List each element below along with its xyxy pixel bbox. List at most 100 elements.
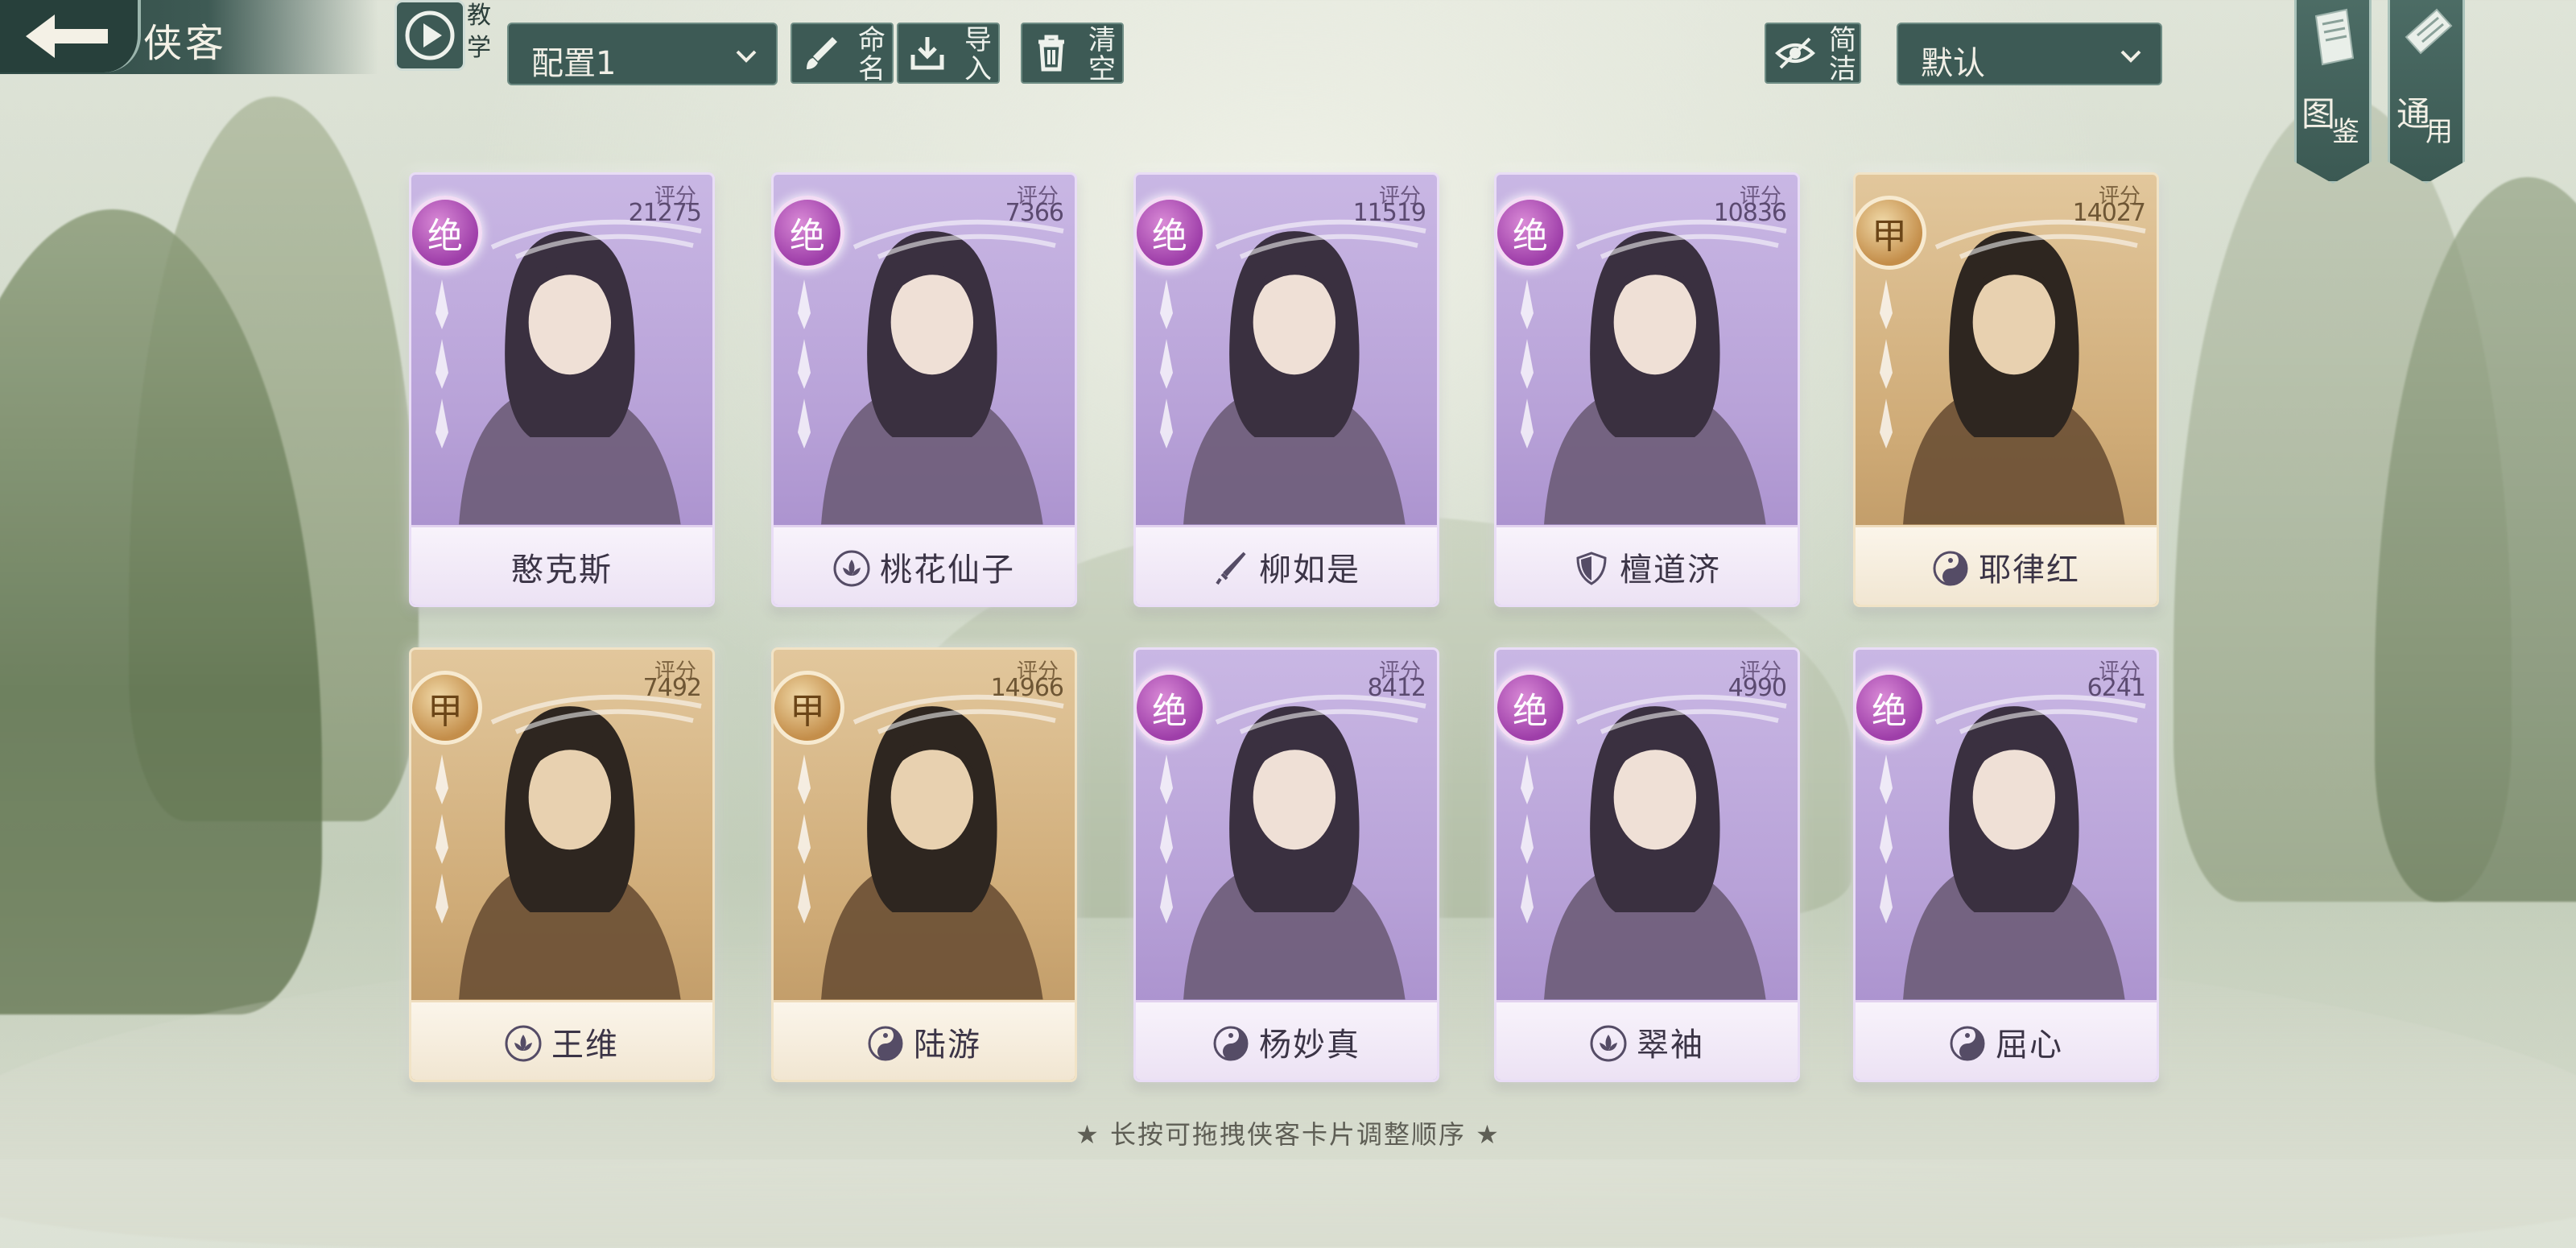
hero-name: 杨妙真 bbox=[1259, 1027, 1360, 1064]
dagger-icon bbox=[436, 754, 448, 804]
dagger-icon bbox=[1160, 874, 1173, 924]
tutorial-label: 教学 bbox=[467, 2, 491, 62]
star-rating bbox=[1867, 271, 1910, 450]
hero-name-row: 憨克斯 bbox=[411, 543, 712, 590]
name-plate: 屈心 bbox=[1856, 1000, 2157, 1080]
hero-card[interactable]: 评分 11519 绝柳如是 bbox=[1133, 172, 1439, 607]
dagger-icon bbox=[1880, 399, 1893, 448]
hero-score: 10836 bbox=[1713, 199, 1787, 227]
hero-score: 14966 bbox=[990, 674, 1064, 702]
hero-name-row: 屈心 bbox=[1856, 1019, 2157, 1065]
hero-card[interactable]: 评分 8412 绝杨妙真 bbox=[1133, 647, 1439, 1082]
dagger-icon bbox=[436, 814, 448, 864]
hero-name: 屈心 bbox=[1996, 1027, 2063, 1064]
hero-name: 陆游 bbox=[914, 1027, 981, 1064]
dagger-icon bbox=[436, 399, 448, 448]
sort-select[interactable]: 默认 bbox=[1897, 23, 2162, 85]
eye-off-icon bbox=[1775, 37, 1815, 69]
sword-icon bbox=[1216, 552, 1246, 585]
dagger-icon bbox=[436, 339, 448, 389]
book-icon bbox=[2314, 8, 2355, 66]
import-label: 导入 bbox=[964, 24, 992, 85]
dagger-icon bbox=[1880, 279, 1893, 329]
dagger-icon bbox=[798, 874, 811, 924]
hero-name-row: 桃花仙子 bbox=[774, 543, 1075, 590]
hero-card[interactable]: 评分 7366 绝桃花仙子 bbox=[771, 172, 1077, 607]
star-rating bbox=[423, 746, 466, 925]
common-tab[interactable]: 通 用 bbox=[2388, 0, 2465, 184]
back-button[interactable] bbox=[0, 0, 141, 72]
dagger-icon bbox=[1521, 874, 1534, 924]
name-plate: 柳如是 bbox=[1136, 525, 1437, 605]
lotus-icon bbox=[833, 550, 870, 587]
sort-select-value: 默认 bbox=[1921, 45, 1985, 82]
hero-score: 7366 bbox=[1005, 199, 1064, 227]
import-button[interactable]: 导入 bbox=[897, 23, 1000, 84]
hero-card[interactable]: 评分 14027 甲耶律红 bbox=[1853, 172, 2159, 607]
rank-badge: 甲 bbox=[774, 671, 844, 745]
star-rating bbox=[1867, 746, 1910, 925]
rank-badge: 绝 bbox=[1496, 671, 1567, 745]
star-rating bbox=[785, 271, 828, 450]
codex-tab[interactable]: 图 鉴 bbox=[2294, 0, 2372, 184]
taiji-icon bbox=[868, 1026, 903, 1061]
hero-card[interactable]: 评分 6241 绝屈心 bbox=[1853, 647, 2159, 1082]
dagger-icon bbox=[798, 339, 811, 389]
top-bar: 侠客 教学 配置1 命名 导入 清空 简洁 默认 图 鉴 通 用 bbox=[0, 0, 2576, 184]
rank-badge: 绝 bbox=[1136, 196, 1207, 270]
name-plate: 耶律红 bbox=[1856, 525, 2157, 605]
codex-label-2: 鉴 bbox=[2332, 116, 2359, 148]
rename-button[interactable]: 命名 bbox=[791, 23, 894, 84]
clear-button[interactable]: 清空 bbox=[1021, 23, 1124, 84]
name-plate: 王维 bbox=[411, 1000, 712, 1080]
config-select-value: 配置1 bbox=[531, 45, 617, 82]
hero-card[interactable]: 评分 7492 甲王维 bbox=[409, 647, 715, 1082]
rank-badge: 甲 bbox=[1856, 196, 1926, 270]
simple-view-label: 简洁 bbox=[1829, 24, 1856, 85]
hero-card[interactable]: 评分 21275 绝憨克斯 bbox=[409, 172, 715, 607]
dagger-icon bbox=[1521, 279, 1534, 329]
hero-name-row: 耶律红 bbox=[1856, 543, 2157, 590]
star-rating bbox=[785, 746, 828, 925]
taiji-icon bbox=[1950, 1026, 1985, 1061]
name-plate: 桃花仙子 bbox=[774, 525, 1075, 605]
dagger-icon bbox=[798, 814, 811, 864]
hero-score: 21275 bbox=[628, 199, 702, 227]
play-icon bbox=[394, 0, 465, 71]
star-rating bbox=[1147, 271, 1191, 450]
hero-name-row: 王维 bbox=[411, 1019, 712, 1065]
hero-card[interactable]: 评分 4990 绝翠袖 bbox=[1494, 647, 1800, 1082]
dagger-icon bbox=[1880, 814, 1893, 864]
dagger-icon bbox=[1880, 754, 1893, 804]
clear-label: 清空 bbox=[1088, 24, 1116, 85]
dagger-icon bbox=[1880, 339, 1893, 389]
tutorial-button[interactable]: 教学 bbox=[394, 0, 491, 72]
rename-label: 命名 bbox=[858, 24, 886, 85]
hero-name: 柳如是 bbox=[1259, 552, 1360, 589]
dagger-icon bbox=[1160, 399, 1173, 448]
name-plate: 翠袖 bbox=[1496, 1000, 1798, 1080]
rank-badge: 绝 bbox=[774, 196, 844, 270]
star-rating bbox=[423, 271, 466, 450]
config-select[interactable]: 配置1 bbox=[507, 23, 778, 85]
hero-card[interactable]: 评分 10836 绝檀道济 bbox=[1494, 172, 1800, 607]
chevron-down-icon bbox=[736, 50, 757, 63]
hero-card[interactable]: 评分 14966 甲陆游 bbox=[771, 647, 1077, 1082]
drag-hint: ★ 长按可拖拽侠客卡片调整顺序 ★ bbox=[1075, 1119, 1501, 1150]
scroll-icon bbox=[2405, 8, 2453, 55]
shield-icon bbox=[1576, 552, 1607, 585]
name-plate: 杨妙真 bbox=[1136, 1000, 1437, 1080]
star-rating bbox=[1147, 746, 1191, 925]
page-title: 侠客 bbox=[143, 21, 228, 66]
simple-view-button[interactable]: 简洁 bbox=[1765, 23, 1861, 84]
lotus-icon bbox=[1590, 1025, 1627, 1062]
dagger-icon bbox=[1160, 339, 1173, 389]
hero-name: 王维 bbox=[551, 1027, 619, 1064]
dagger-icon bbox=[436, 279, 448, 329]
hero-name-row: 檀道济 bbox=[1496, 543, 1798, 590]
chevron-down-icon bbox=[2120, 50, 2141, 63]
dagger-icon bbox=[798, 754, 811, 804]
dagger-icon bbox=[1521, 754, 1534, 804]
star-rating bbox=[1508, 271, 1551, 450]
dagger-icon bbox=[436, 874, 448, 924]
